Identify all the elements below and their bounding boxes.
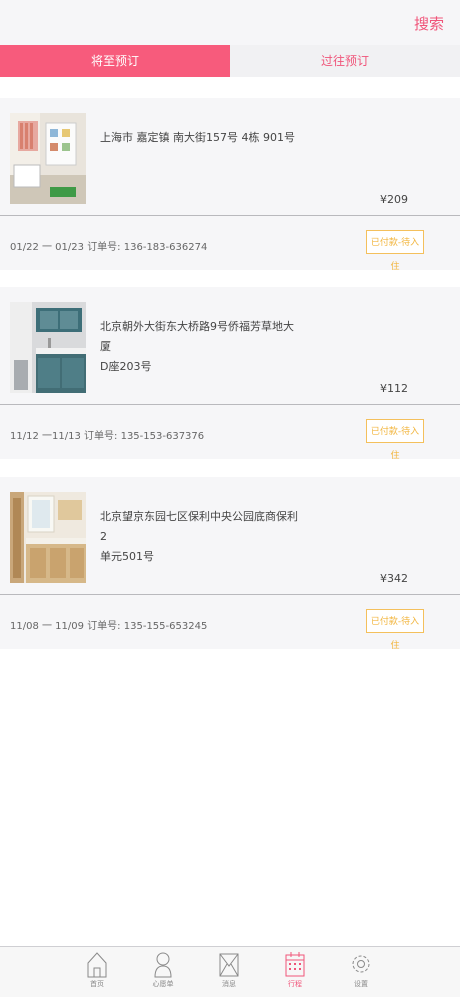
- address-line: D座203号: [100, 360, 152, 373]
- tabbar-item-home[interactable]: 首页: [77, 950, 117, 989]
- listing-address: 北京朝外大街东大桥路9号侨福芳草地大厦 D座203号: [100, 317, 300, 377]
- listing-photo: [10, 492, 86, 583]
- listing-photo: [10, 302, 86, 393]
- card-divider: [0, 215, 460, 216]
- tabbar-item-messages[interactable]: 消息: [209, 950, 249, 989]
- tabbar-item-wishlist[interactable]: 心愿单: [143, 950, 183, 989]
- listing-price: ¥112: [380, 382, 408, 395]
- top-bar: 搜索: [0, 0, 460, 45]
- card-divider: [0, 404, 460, 405]
- booking-meta: 11/12 一11/13 订单号: 135-153-637376: [10, 427, 204, 442]
- booking-meta: 01/22 一 01/23 订单号: 136-183-636274: [10, 238, 207, 253]
- order-number-label: 订单号:: [84, 431, 118, 442]
- tab-past[interactable]: 过往预订: [230, 45, 460, 77]
- address-line: 单元501号: [100, 550, 154, 563]
- booking-dates: 01/22 一 01/23: [10, 242, 84, 253]
- tabbar-label: 行程: [288, 980, 302, 988]
- booking-dates: 11/12 一11/13: [10, 431, 81, 442]
- order-number: 135-155-653245: [123, 621, 208, 632]
- order-number: 136-183-636274: [123, 242, 208, 253]
- bottom-tab-bar: 首页 心愿单 消息 行程 设置: [0, 946, 460, 997]
- tab-upcoming[interactable]: 将至预订: [0, 45, 230, 77]
- message-icon: [219, 953, 239, 977]
- address-line: 上海市 嘉定镇 南大街157号 4栋 901号: [100, 131, 295, 144]
- booking-status-button[interactable]: 已付款-待入住: [366, 230, 424, 272]
- order-number-label: 订单号:: [87, 621, 121, 632]
- wishlist-icon: [154, 952, 172, 978]
- listing-photo: [10, 113, 86, 204]
- order-number: 135-153-637376: [120, 431, 205, 442]
- listing-price: ¥209: [380, 193, 408, 206]
- address-line: 北京朝外大街东大桥路9号侨福芳草地大厦: [100, 320, 294, 353]
- tabbar-item-itinerary[interactable]: 行程: [275, 950, 315, 989]
- search-button[interactable]: 搜索: [414, 13, 444, 34]
- booking-status-button[interactable]: 已付款-待入住: [366, 609, 424, 651]
- booking-dates: 11/08 一 11/09: [10, 621, 84, 632]
- listing-price: ¥342: [380, 572, 408, 585]
- booking-status-button[interactable]: 已付款-待入住: [366, 419, 424, 461]
- booking-card[interactable]: 北京朝外大街东大桥路9号侨福芳草地大厦 D座203号 ¥112 11/12 一1…: [0, 287, 460, 461]
- tabbar-item-settings[interactable]: 设置: [341, 950, 381, 989]
- order-number-label: 订单号:: [87, 242, 121, 253]
- booking-meta: 11/08 一 11/09 订单号: 135-155-653245: [10, 617, 207, 632]
- booking-tabs: 将至预订 过往预订: [0, 45, 460, 77]
- tabbar-label: 消息: [222, 980, 236, 988]
- address-line: 北京望京东园七区保利中央公园底商保利2: [100, 510, 298, 543]
- gear-icon: [352, 955, 370, 973]
- tabbar-label: 心愿单: [152, 980, 174, 988]
- tabbar-label: 设置: [354, 980, 368, 988]
- tabbar-label: 首页: [90, 980, 104, 988]
- home-icon: [87, 952, 107, 978]
- listing-address: 北京望京东园七区保利中央公园底商保利2 单元501号: [100, 507, 300, 567]
- booking-card[interactable]: 上海市 嘉定镇 南大街157号 4栋 901号 ¥209 01/22 一 01/…: [0, 98, 460, 272]
- card-divider: [0, 594, 460, 595]
- calendar-icon: [285, 952, 305, 977]
- listing-address: 上海市 嘉定镇 南大街157号 4栋 901号: [100, 128, 300, 148]
- booking-card[interactable]: 北京望京东园七区保利中央公园底商保利2 单元501号 ¥342 11/08 一 …: [0, 477, 460, 651]
